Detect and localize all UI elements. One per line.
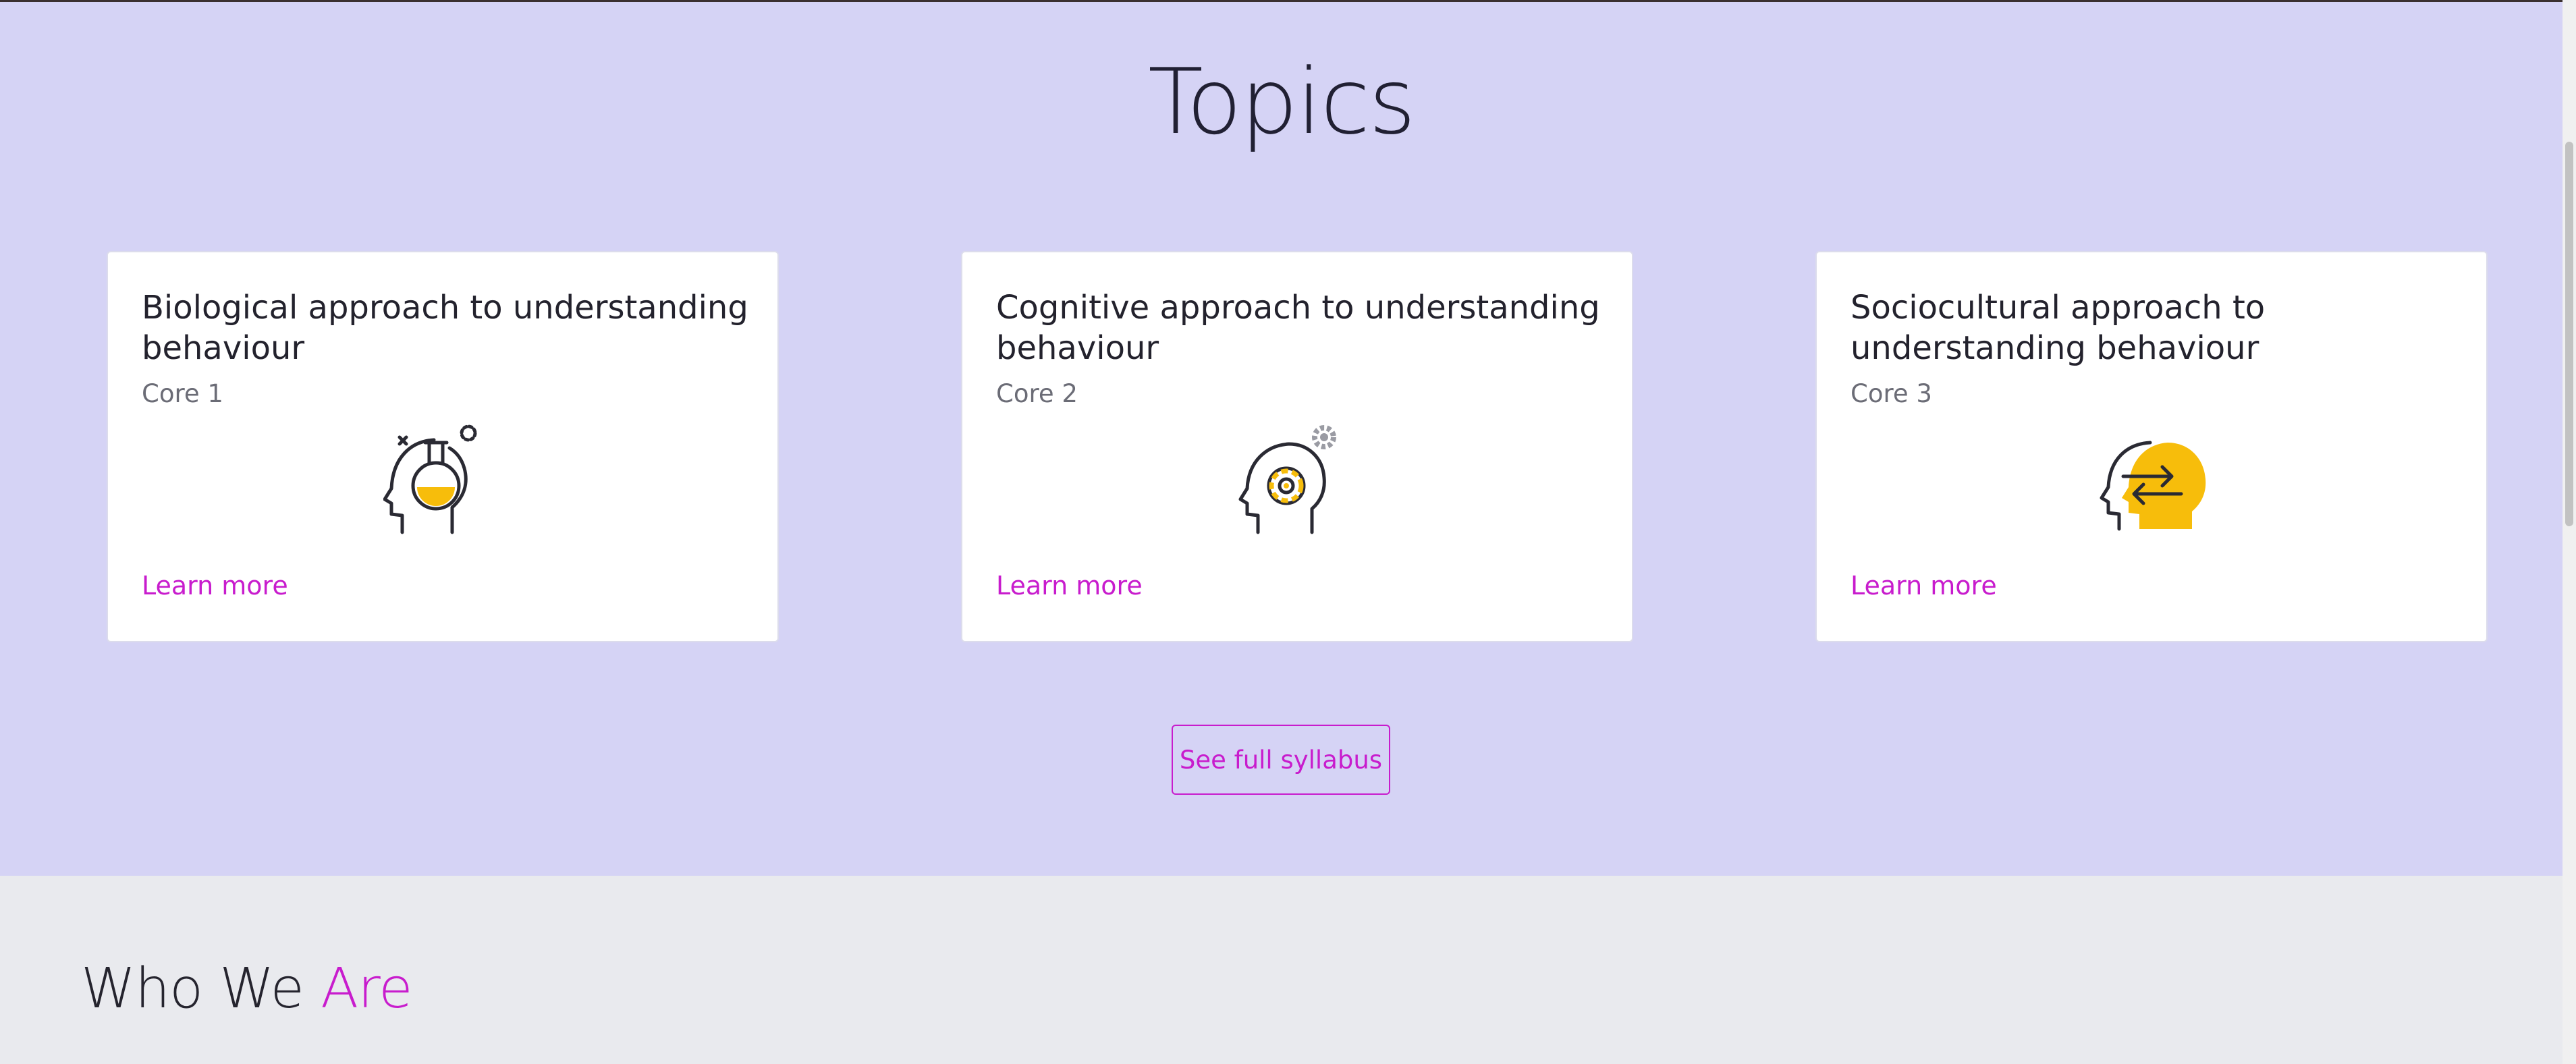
see-full-syllabus-button[interactable]: See full syllabus [1172, 725, 1390, 795]
topic-card-title: Biological approach to understanding beh… [142, 289, 748, 367]
head-exchange-icon [2100, 441, 2206, 531]
topics-section: Topics Biological approach to understand… [0, 0, 2563, 876]
top-border [0, 0, 2563, 2]
topic-card-title: Cognitive approach to understanding beha… [996, 289, 1600, 367]
topic-card-subtitle: Core 3 [1851, 379, 1932, 408]
topic-card-core-2: Cognitive approach to understanding beha… [961, 251, 1633, 642]
topic-card-core-1: Biological approach to understanding beh… [107, 251, 779, 642]
topic-card-subtitle: Core 2 [996, 379, 1078, 408]
head-gear-icon [1238, 425, 1336, 534]
topics-heading: Topics [1148, 49, 1416, 155]
topic-card-core-3: Sociocultural approach to understanding … [1815, 251, 2488, 642]
topic-card-title: Sociocultural approach to understanding … [1851, 289, 2266, 367]
topic-card-subtitle: Core 1 [142, 379, 223, 408]
page-scrollbar-thumb[interactable] [2565, 142, 2573, 526]
learn-more-link-core-1[interactable]: Learn more [142, 571, 288, 600]
learn-more-link-core-3[interactable]: Learn more [1851, 571, 1997, 600]
who-we-are-heading: Who We Are [81, 957, 413, 1021]
head-flask-icon [383, 424, 477, 534]
who-heading-accent: Are [321, 957, 412, 1021]
learn-more-link-core-2[interactable]: Learn more [996, 571, 1143, 600]
who-heading-main: Who We [81, 957, 321, 1021]
